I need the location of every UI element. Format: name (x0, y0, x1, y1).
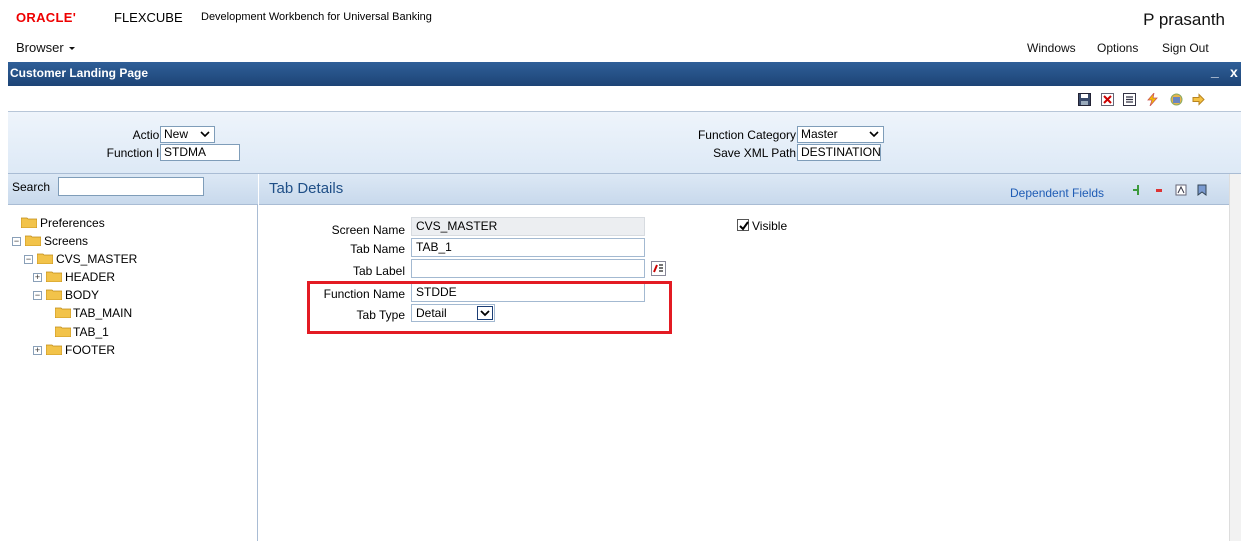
tree-node-tab-main[interactable]: TAB_MAIN (55, 306, 132, 320)
exit-arrow-icon[interactable] (1192, 93, 1205, 106)
folder-icon (37, 253, 53, 264)
folder-icon (55, 326, 71, 337)
tree-node-label: FOOTER (65, 343, 115, 357)
screen-tree-pane: Search Preferences − Screens − CVS_MASTE… (8, 174, 258, 541)
add-row-icon[interactable] (1131, 184, 1143, 196)
user-name: P prasanth (1143, 10, 1225, 29)
tab-label-input[interactable] (411, 259, 645, 278)
tree-node-preferences[interactable]: Preferences (21, 216, 105, 230)
folder-icon (46, 271, 62, 282)
folder-icon (55, 307, 71, 318)
window-title-bar: Customer Landing Page _ x (8, 62, 1241, 86)
collapse-icon[interactable]: − (12, 237, 21, 246)
delete-icon[interactable] (1101, 93, 1114, 106)
function-id-input[interactable]: STDMA (160, 144, 240, 161)
tree-node-screens[interactable]: − Screens (12, 234, 88, 248)
tab-details-header: Tab Details Dependent Fields (259, 174, 1233, 205)
minimize-button[interactable]: _ (1211, 63, 1219, 79)
flexcube-logo: FLEXCUBE (114, 10, 183, 25)
nav-windows[interactable]: Windows (1027, 41, 1076, 55)
app-header: ORACLE' FLEXCUBE Development Workbench f… (0, 0, 1241, 62)
highlight-annotation-frame (307, 281, 672, 334)
folder-icon (25, 235, 41, 246)
screen-name-field: CVS_MASTER (411, 217, 645, 236)
caret-down-icon (68, 47, 75, 51)
collapse-icon[interactable]: − (24, 255, 33, 264)
tree-node-label: CVS_MASTER (56, 252, 138, 266)
app-subtitle: Development Workbench for Universal Bank… (201, 11, 432, 23)
lightning-icon[interactable] (1146, 93, 1159, 106)
list-icon[interactable] (1123, 93, 1136, 106)
tab-label-label: Tab Label (352, 264, 405, 278)
tree-node-cvs-master[interactable]: − CVS_MASTER (24, 252, 137, 266)
folder-icon (21, 217, 37, 228)
visible-label: Visible (752, 219, 788, 233)
function-category-value: Master (801, 127, 838, 141)
label-lookup-icon[interactable] (651, 261, 666, 276)
tab-name-input[interactable]: TAB_1 (411, 238, 645, 257)
search-bar: Search (8, 174, 258, 205)
expand-icon[interactable]: + (33, 273, 42, 282)
tree-node-label: BODY (65, 288, 100, 302)
chevron-down-icon (200, 131, 210, 138)
function-id-label: Function Id (106, 146, 166, 160)
expand-icon[interactable]: + (33, 346, 42, 355)
visible-checkbox[interactable] (737, 219, 749, 231)
browser-menu-label: Browser (16, 40, 64, 55)
checkmark-icon (739, 221, 749, 231)
edit-row-icon[interactable] (1175, 184, 1187, 196)
tree-node-tab-1[interactable]: TAB_1 (55, 325, 109, 339)
search-label: Search (12, 180, 51, 194)
tree-node-label: Screens (44, 234, 89, 248)
function-category-select[interactable]: Master (797, 126, 884, 143)
window-title: Customer Landing Page (10, 66, 149, 80)
tree-node-header[interactable]: + HEADER (33, 270, 115, 284)
function-category-label: Function Category (697, 128, 796, 142)
nav-sign-out[interactable]: Sign Out (1162, 41, 1209, 55)
action-select[interactable]: New (160, 126, 215, 143)
screen-name-label: Screen Name (331, 223, 405, 237)
action-value: New (164, 127, 189, 141)
tree-node-body[interactable]: − BODY (33, 288, 99, 302)
tree-node-label: HEADER (65, 270, 116, 284)
package-icon[interactable] (1170, 93, 1183, 106)
close-window-button[interactable]: x (1230, 64, 1238, 80)
save-xml-path-label: Save XML Path (713, 146, 796, 160)
tree-node-label: TAB_1 (73, 325, 109, 339)
nav-options[interactable]: Options (1097, 41, 1138, 55)
save-xml-path-input[interactable]: DESTINATION (797, 144, 881, 161)
action-label: Action (132, 128, 166, 142)
tab-details-pane: Tab Details Dependent Fields Screen Name… (259, 174, 1241, 541)
collapse-icon[interactable]: − (33, 291, 42, 300)
browser-menu[interactable]: Browser (16, 40, 75, 55)
bookmark-icon[interactable] (1196, 184, 1208, 196)
function-header-form: Action New Function Id STDMA Function Ca… (8, 112, 1241, 174)
tab-name-label: Tab Name (350, 242, 405, 256)
vertical-scrollbar[interactable] (1229, 174, 1241, 541)
tree-node-footer[interactable]: + FOOTER (33, 343, 115, 357)
chevron-down-icon (869, 131, 879, 138)
remove-row-icon[interactable] (1153, 184, 1165, 196)
folder-icon (46, 344, 62, 355)
tree-node-label: Preferences (40, 216, 105, 230)
search-input[interactable] (58, 177, 204, 196)
tab-details-title: Tab Details (269, 180, 344, 197)
save-icon[interactable] (1078, 93, 1091, 106)
tree-node-label: TAB_MAIN (73, 306, 133, 320)
dependent-fields-link[interactable]: Dependent Fields (1010, 186, 1104, 200)
folder-icon (46, 289, 62, 300)
oracle-logo: ORACLE' (16, 10, 77, 25)
toolbar (8, 86, 1241, 112)
